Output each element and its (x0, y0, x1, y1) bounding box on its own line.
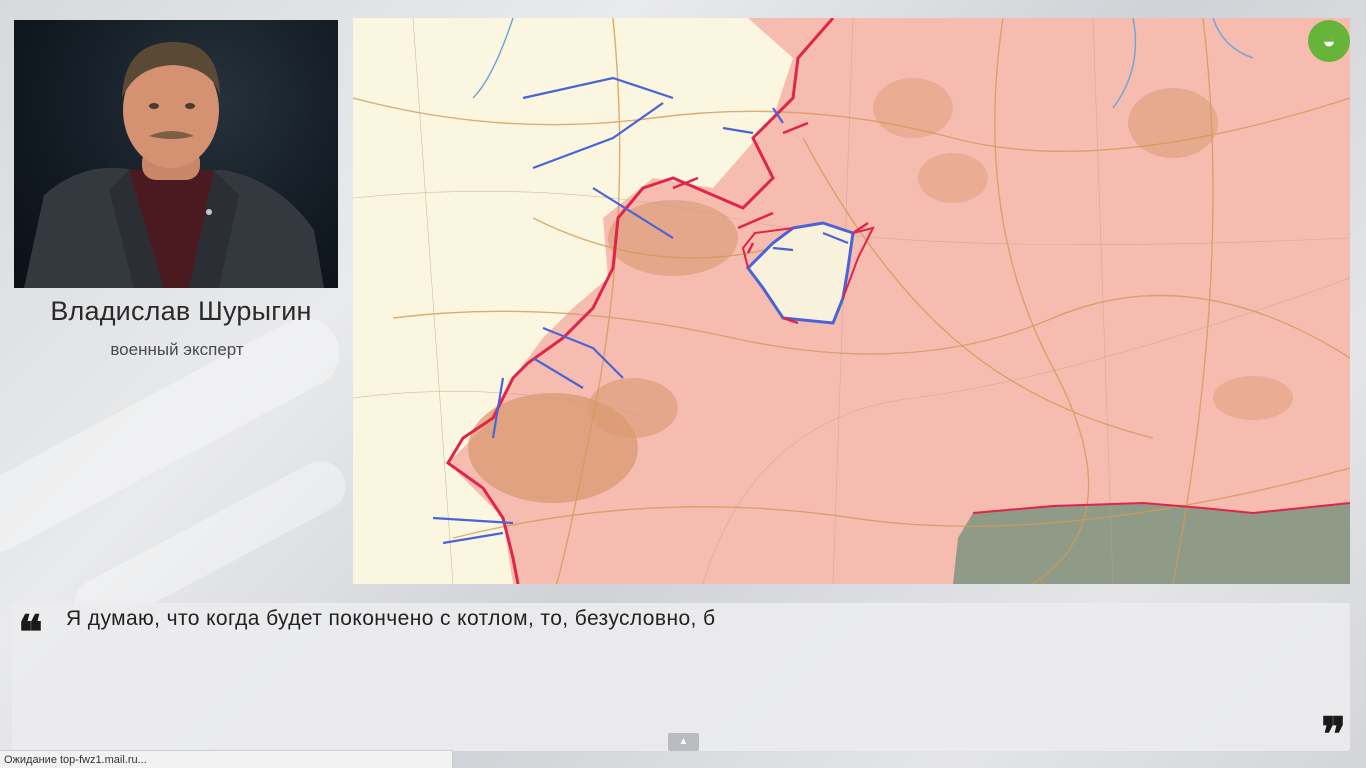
quote-panel: ❝ Я думаю, что когда будет покончено с к… (12, 603, 1350, 757)
browser-status-bar: Ожидание top-fwz1.mail.ru... (0, 750, 453, 768)
city-area (918, 153, 988, 203)
speaker-video (14, 20, 338, 288)
speaker-role: военный эксперт (110, 340, 244, 359)
city-area (1213, 376, 1293, 420)
speaker-name: Владислав Шурыгин (50, 296, 312, 326)
channel-logo-icon: ◒ (1308, 20, 1350, 62)
city-area (1128, 88, 1218, 158)
quote-text: Я думаю, что когда будет покончено с кот… (66, 607, 716, 630)
speaker-portrait (24, 42, 324, 288)
frontline-map: ◒ (353, 18, 1350, 584)
quote-close-icon: ❞ (1321, 707, 1346, 761)
map-graphic (353, 18, 1350, 584)
scroll-up-button[interactable]: ▲ (668, 733, 699, 751)
city-area (588, 378, 678, 438)
quote-open-icon: ❝ (18, 605, 43, 659)
grey-region (953, 503, 1350, 584)
